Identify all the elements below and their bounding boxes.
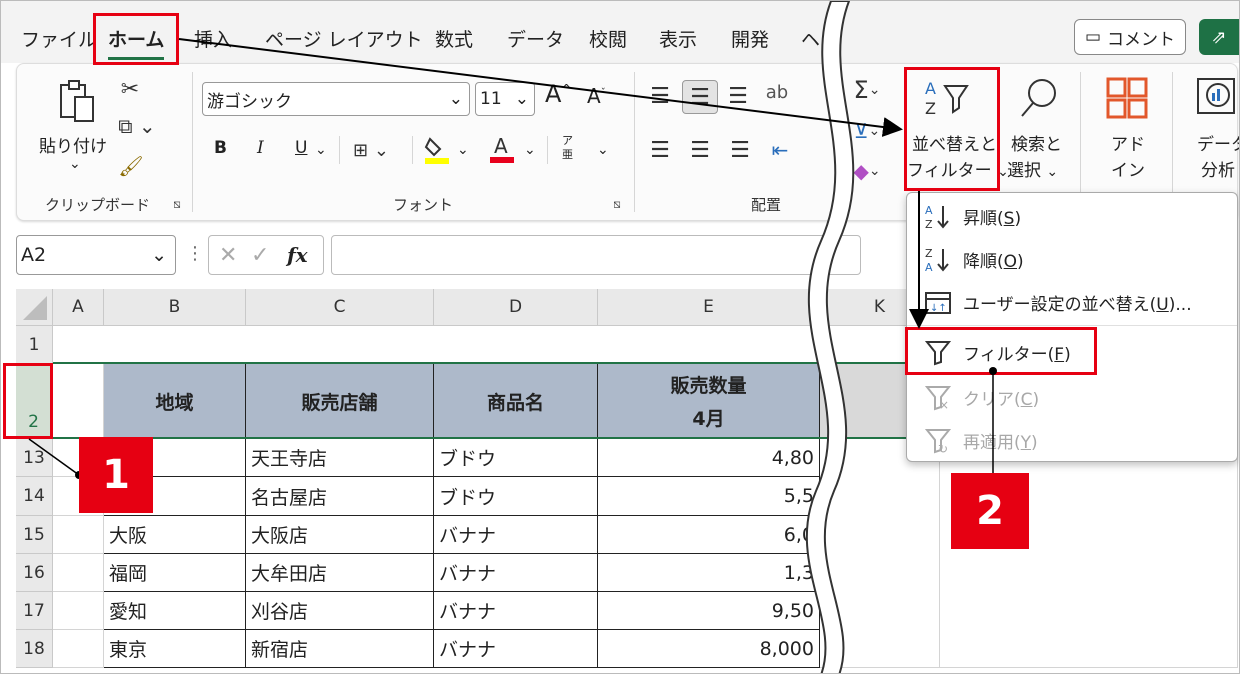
annotation-arrows [28, 38, 997, 479]
step-badge-2: 2 [951, 473, 1029, 549]
step-badge-1: 1 [79, 437, 153, 513]
excel-window: ファイル ホーム 挿入 ページ レイアウト 数式 データ 校閲 表示 開発 ヘ … [0, 0, 1240, 674]
